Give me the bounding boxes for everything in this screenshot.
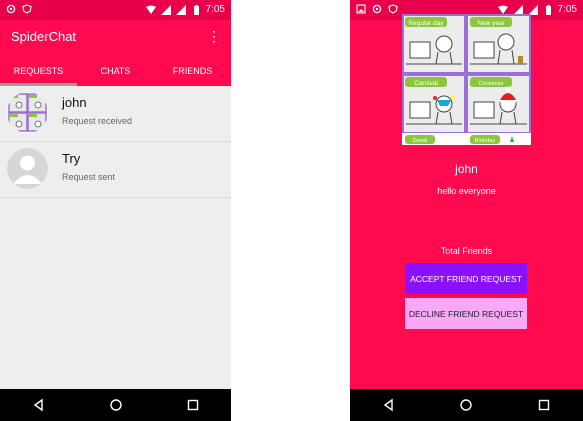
profile-status: hello everyone <box>437 186 496 196</box>
comic-label: Regular day <box>408 20 444 27</box>
request-list: john Request received Try Request sent <box>0 86 231 198</box>
tab-friends[interactable]: FRIENDS <box>154 56 231 86</box>
shield-icon <box>388 4 398 14</box>
signal-icon <box>160 4 171 15</box>
wifi-icon <box>497 5 508 14</box>
list-item[interactable]: john Request received <box>0 86 231 142</box>
profile-screen: 7:05 Regular day New year Carnival Chris… <box>350 0 583 421</box>
wifi-icon <box>145 5 156 14</box>
signal-icon-2 <box>175 4 186 15</box>
request-name: Try <box>62 151 81 166</box>
home-icon[interactable] <box>459 398 473 412</box>
accept-friend-request-button[interactable]: ACCEPT FRIEND REQUEST <box>405 263 527 294</box>
sync-icon <box>372 4 382 14</box>
nav-bar <box>0 389 231 421</box>
battery-icon <box>193 4 199 15</box>
image-icon <box>356 4 366 14</box>
decline-friend-request-button[interactable]: DECLINE FRIEND REQUEST <box>405 298 527 329</box>
list-item[interactable]: Try Request sent <box>0 142 231 198</box>
tab-chats[interactable]: CHATS <box>77 56 154 86</box>
comic-label: Christmas <box>479 81 504 87</box>
app-title: SpiderChat <box>11 29 77 44</box>
recents-icon[interactable] <box>537 398 551 412</box>
tab-requests[interactable]: REQUESTS <box>0 56 77 86</box>
tab-bar: REQUESTS CHATS FRIENDS <box>0 56 231 86</box>
home-icon[interactable] <box>109 398 123 412</box>
status-bar: 7:05 <box>0 0 231 20</box>
battery-icon <box>545 4 551 15</box>
comic-label: Diwali <box>413 138 428 144</box>
back-icon[interactable] <box>382 398 396 412</box>
comic-label: Carnival <box>414 80 438 87</box>
default-avatar-icon <box>7 148 48 189</box>
back-icon[interactable] <box>32 398 46 412</box>
profile-image: Regular day New year Carnival Christmas … <box>402 14 531 145</box>
signal-icon-2 <box>527 4 538 15</box>
nav-bar <box>350 389 583 421</box>
comic-label: Birthday <box>475 138 495 144</box>
recents-icon[interactable] <box>186 398 200 412</box>
profile-name: john <box>455 162 478 176</box>
total-friends-label: Total Friends <box>440 246 493 256</box>
status-time: 7:05 <box>205 4 225 15</box>
request-status: Request received <box>62 116 133 126</box>
avatar <box>7 92 48 133</box>
app-bar: SpiderChat ⋮ REQUESTS CHATS FRIENDS <box>0 20 231 86</box>
sync-icon <box>6 4 16 14</box>
request-status: Request sent <box>62 172 116 182</box>
shield-icon <box>22 4 32 14</box>
comic-label: New year <box>477 20 505 27</box>
more-options-icon[interactable]: ⋮ <box>207 29 221 43</box>
request-name: john <box>62 95 87 110</box>
signal-icon <box>512 4 523 15</box>
requests-screen: 7:05 SpiderChat ⋮ REQUESTS CHATS FRIENDS <box>0 0 231 421</box>
status-time: 7:05 <box>557 4 577 15</box>
